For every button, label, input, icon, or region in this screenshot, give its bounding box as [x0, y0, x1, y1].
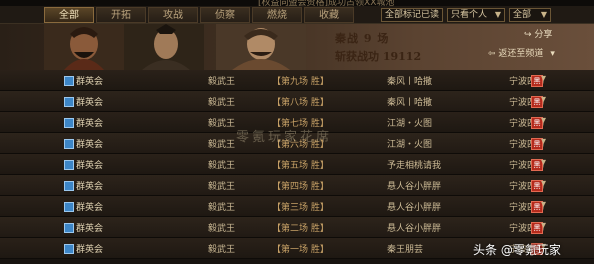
watermark-text: 零氪玩家花席 — [236, 130, 333, 145]
attacker-name: 群英会 — [76, 98, 104, 108]
battle-result: 【第八场 胜】 — [272, 98, 329, 108]
report-row[interactable]: 群英会 毅武王 【第五场 胜】 予走相桃请我 宁波四方 黑 ▾ — [0, 154, 594, 175]
report-row[interactable]: 群英会 毅武王 【第二场 胜】 悬人谷小胖胖 宁波四方 黑 ▾ — [0, 217, 594, 238]
mark-all-read-button[interactable]: 全部标记已读 — [381, 8, 443, 22]
battle-count: 秦战 9 场 — [335, 32, 390, 45]
attacker-title: 毅武王 — [208, 182, 236, 192]
battle-result: 【第三场 胜】 — [272, 203, 329, 213]
mark-all-read-label: 全部标记已读 — [385, 10, 440, 20]
back-to-channel-label: 返还至频道 — [498, 49, 544, 59]
source-watermark-label: 头条 @零氪玩家 — [473, 243, 561, 257]
defender-name: 予走相桃请我 — [387, 161, 442, 171]
category-dropdown-label: 全部 — [513, 10, 532, 20]
defender-name: 悬人谷小胖胖 — [387, 203, 442, 213]
chevron-down-icon[interactable]: ▾ — [541, 73, 546, 84]
battle-result: 【第九场 胜】 — [272, 77, 329, 87]
attacker-name: 群英会 — [76, 182, 104, 192]
tab-all[interactable]: 全部 — [44, 7, 94, 23]
tab-favorites[interactable]: 收藏 — [304, 7, 354, 23]
alliance-icon — [64, 244, 74, 254]
report-row[interactable]: 群英会 毅武王 【第九场 胜】 秦风丨哈撒 宁波四方 黑 ▾ — [0, 70, 594, 91]
alliance-icon — [64, 139, 74, 149]
attacker-name: 群英会 — [76, 245, 104, 255]
defender-name: 秦王朋芸 — [387, 245, 424, 255]
attacker-name: 群英会 — [76, 140, 104, 150]
attacker-title: 毅武王 — [208, 140, 236, 150]
alliance-icon — [64, 223, 74, 233]
attacker-name: 群英会 — [76, 161, 104, 171]
attacker-title: 毅武王 — [208, 98, 236, 108]
report-row[interactable]: 群英会 毅武王 【第八场 胜】 秦风丨哈撒 宁波四方 黑 ▾ — [0, 91, 594, 112]
scope-dropdown-label: 只看个人 — [451, 10, 488, 20]
defender-name: 秦风丨哈撒 — [387, 98, 433, 108]
alliance-icon — [64, 202, 74, 212]
chevron-down-icon[interactable]: ▾ — [541, 157, 546, 168]
attacker-title: 毅武王 — [208, 224, 236, 234]
scope-dropdown[interactable]: 只看个人 ▼ — [447, 8, 505, 22]
share-button[interactable]: ↪ 分享 — [524, 27, 552, 40]
source-watermark: 头条 @零氪玩家 — [473, 241, 561, 258]
tab-attack[interactable]: 攻战 — [148, 7, 198, 23]
battle-result: 【第四场 胜】 — [272, 182, 329, 192]
chevron-down-icon[interactable]: ▾ — [541, 199, 546, 210]
attacker-name: 群英会 — [76, 203, 104, 213]
attacker-title: 毅武王 — [208, 77, 236, 87]
attacker-name: 群英会 — [76, 77, 104, 87]
alliance-icon — [64, 181, 74, 191]
defender-name: 悬人谷小胖胖 — [387, 182, 442, 192]
chevron-down-icon[interactable]: ▾ — [541, 94, 546, 105]
battle-report-list: 群英会 毅武王 【第九场 胜】 秦风丨哈撒 宁波四方 黑 ▾ 群英会 毅武王 【… — [0, 70, 594, 259]
chevron-down-icon[interactable]: ▾ — [541, 220, 546, 231]
attacker-title: 毅武王 — [208, 119, 236, 129]
alliance-icon — [64, 76, 74, 86]
share-icon: ↪ — [524, 30, 532, 40]
alliance-icon — [64, 118, 74, 128]
report-row[interactable]: 群英会 毅武王 【第三场 胜】 悬人谷小胖胖 宁波四方 黑 ▾ — [0, 196, 594, 217]
attacker-title: 毅武王 — [208, 161, 236, 171]
tab-expand[interactable]: 开拓 — [96, 7, 146, 23]
battle-result: 【第五场 胜】 — [272, 161, 329, 171]
share-label: 分享 — [534, 30, 553, 40]
chevron-down-icon[interactable]: ▾ — [541, 178, 546, 189]
defender-name: 江湖・火图 — [387, 140, 433, 150]
report-row[interactable]: 群英会 毅武王 【第四场 胜】 悬人谷小胖胖 宁波四方 黑 ▾ — [0, 175, 594, 196]
chevron-down-icon: ▾ — [550, 49, 555, 59]
chevron-down-icon: ▼ — [540, 10, 547, 19]
back-to-channel-icon: ⇦ — [488, 49, 496, 59]
battle-result: 【第二场 胜】 — [272, 224, 329, 234]
defender-name: 江湖・火图 — [387, 119, 433, 129]
battle-summary-text: 秦战 9 场 斩获战功 19112 — [335, 30, 421, 64]
battle-result: 【第一场 胜】 — [272, 245, 329, 255]
back-to-channel-button[interactable]: ⇦ 返还至频道 ▾ — [488, 46, 555, 59]
general-portrait-3 — [216, 24, 306, 70]
defender-name: 秦风丨哈撒 — [387, 77, 433, 87]
general-portrait-1 — [44, 24, 124, 70]
attacker-title: 毅武王 — [208, 203, 236, 213]
chevron-down-icon[interactable]: ▾ — [541, 136, 546, 147]
tab-burn[interactable]: 燃烧 — [252, 7, 302, 23]
chevron-down-icon: ▼ — [494, 10, 501, 19]
battle-summary-banner: 秦战 9 场 斩获战功 19112 ↪ 分享 ⇦ 返还至频道 ▾ — [0, 24, 594, 70]
attacker-name: 群英会 — [76, 119, 104, 129]
alliance-icon — [64, 160, 74, 170]
category-dropdown[interactable]: 全部 ▼ — [509, 8, 551, 22]
general-portrait-2 — [124, 24, 204, 70]
defender-name: 悬人谷小胖胖 — [387, 224, 442, 234]
attacker-name: 群英会 — [76, 224, 104, 234]
chevron-down-icon[interactable]: ▾ — [541, 115, 546, 126]
tab-scout[interactable]: 侦察 — [200, 7, 250, 23]
merit-total: 斩获战功 19112 — [335, 50, 422, 63]
report-tab-bar: 全部 开拓 攻战 侦察 燃烧 收藏 全部标记已读 只看个人 ▼ 全部 ▼ — [0, 6, 594, 24]
alliance-icon — [64, 97, 74, 107]
attacker-title: 毅武王 — [208, 245, 236, 255]
